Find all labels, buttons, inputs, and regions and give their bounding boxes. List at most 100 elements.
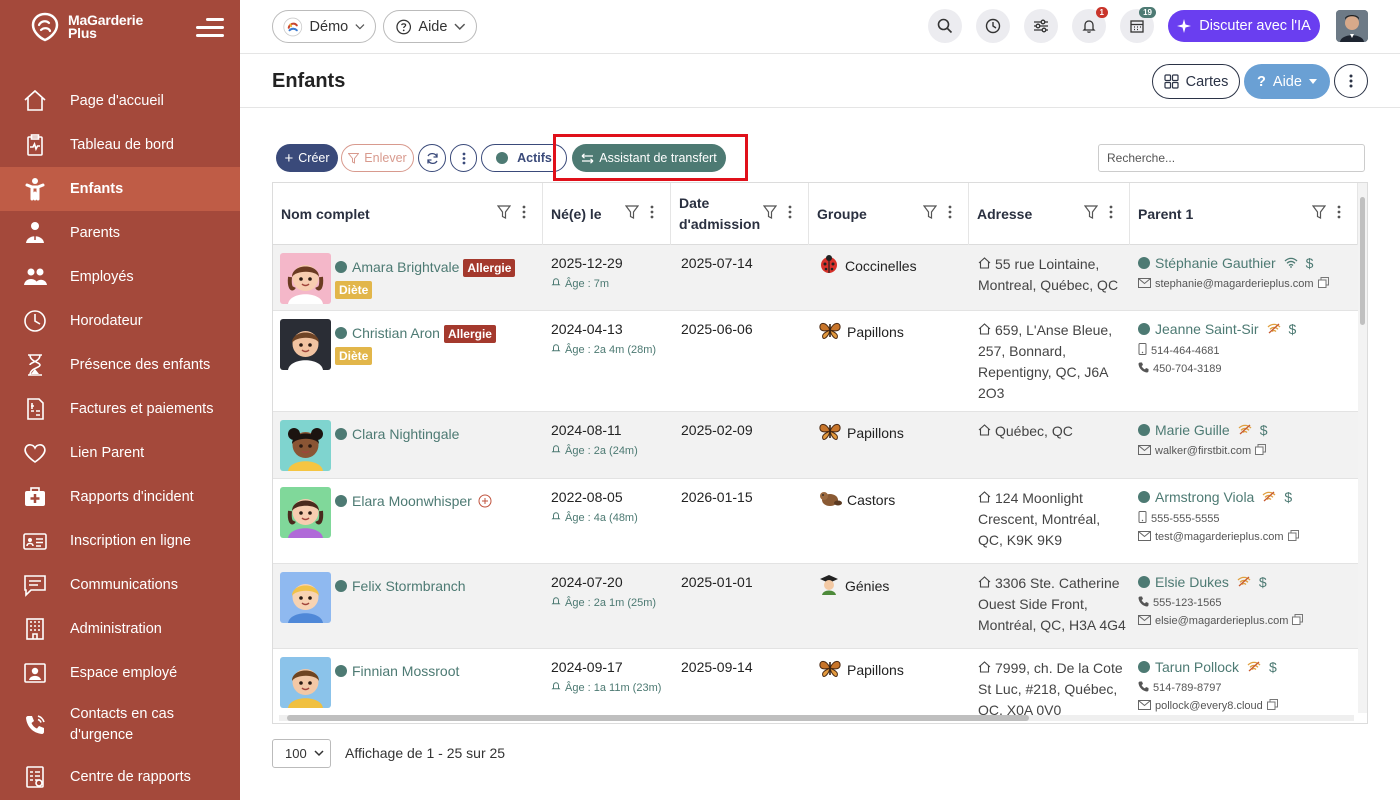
horizontal-scrollbar[interactable] — [279, 715, 1354, 721]
allergy-badge: Allergie — [463, 259, 516, 277]
calendar-button[interactable]: 19 — [1120, 7, 1156, 43]
column-menu-icon[interactable] — [521, 204, 527, 220]
table-row[interactable]: Felix Stormbranch 2024-07-20 Âge : 2a 1m (… — [273, 564, 1358, 649]
column-filter-icon[interactable] — [624, 204, 640, 220]
app-logo[interactable]: MaGarderie Plus — [28, 10, 143, 44]
filters-button[interactable] — [1024, 9, 1058, 43]
vertical-scrollbar[interactable] — [1358, 183, 1367, 713]
column-header-group[interactable]: Groupe — [809, 183, 969, 245]
child-name[interactable]: Elara Moonwhisper — [352, 493, 472, 509]
sidebar-item-phone[interactable]: Contacts en cas d'urgence — [0, 695, 240, 755]
parent-name[interactable]: Stéphanie Gauthier — [1155, 255, 1276, 271]
parent-contact-text[interactable]: elsie@magarderieplus.com — [1155, 615, 1288, 627]
column-filter-icon[interactable] — [922, 204, 938, 220]
child-photo[interactable] — [280, 487, 331, 538]
notifications-button[interactable]: 1 — [1072, 7, 1108, 43]
page-help-button[interactable]: ? Aide — [1244, 64, 1330, 99]
child-name[interactable]: Amara Brightvale — [352, 259, 459, 275]
sidebar-item-hourglass[interactable]: Présence des enfants — [0, 343, 240, 387]
address-text: 7999, ch. De la Cote St Luc, #218, Québe… — [978, 660, 1123, 718]
column-menu-icon[interactable] — [649, 204, 655, 220]
child-photo[interactable] — [280, 319, 331, 370]
parent-contact-text[interactable]: test@magarderieplus.com — [1155, 531, 1284, 543]
column-header-address[interactable]: Adresse — [969, 183, 1130, 245]
column-menu-icon[interactable] — [947, 204, 953, 220]
sidebar-item-parent[interactable]: Parents — [0, 211, 240, 255]
table-row[interactable]: Christian Aron Allergie Diète 2024-04-13 Âge… — [273, 311, 1358, 412]
child-name[interactable]: Clara Nightingale — [352, 426, 459, 442]
sidebar-item-clipboard-pulse[interactable]: Tableau de bord — [0, 123, 240, 167]
sidebar-item-invoice[interactable]: Factures et paiements — [0, 387, 240, 431]
user-avatar[interactable] — [1336, 10, 1368, 42]
copy-icon[interactable] — [1255, 444, 1267, 458]
child-name[interactable]: Finnian Mossroot — [352, 663, 459, 679]
copy-icon[interactable] — [1317, 277, 1329, 291]
history-button[interactable] — [976, 9, 1010, 43]
child-photo[interactable] — [280, 253, 331, 304]
cards-view-button[interactable]: Cartes — [1152, 64, 1240, 99]
child-name[interactable]: Felix Stormbranch — [352, 578, 466, 594]
parent-contact-text[interactable]: pollock@every8.cloud — [1155, 700, 1263, 712]
help-dropdown-button[interactable]: Aide — [383, 10, 477, 43]
column-filter-icon[interactable] — [762, 204, 778, 220]
table-row[interactable]: Amara Brightvale Allergie Diète 2025-12-29 Â… — [273, 245, 1358, 311]
parent-contact-text[interactable]: stephanie@magarderieplus.com — [1155, 278, 1314, 290]
sidebar-item-report[interactable]: Centre de rapports — [0, 755, 240, 799]
parent-name[interactable]: Armstrong Viola — [1155, 489, 1254, 505]
add-circle-icon[interactable] — [478, 493, 492, 509]
parent-name[interactable]: Tarun Pollock — [1155, 659, 1239, 675]
column-header-full-name[interactable]: Nom complet — [273, 183, 543, 245]
parent-contact-text[interactable]: 450-704-3189 — [1153, 363, 1222, 375]
column-filter-icon[interactable] — [1311, 204, 1327, 220]
page-more-button[interactable] — [1334, 64, 1368, 98]
table-row[interactable]: Elara Moonwhisper 2022-08-05 Âge : 4a (48m… — [273, 479, 1358, 564]
hamburger-menu-icon[interactable] — [196, 16, 224, 38]
child-photo[interactable] — [280, 657, 331, 708]
child-photo[interactable] — [280, 420, 331, 471]
sidebar-item-child[interactable]: Enfants — [0, 167, 240, 211]
column-menu-icon[interactable] — [1108, 204, 1114, 220]
column-menu-icon[interactable] — [787, 204, 793, 220]
parent-contact-text[interactable]: 555-555-5555 — [1151, 513, 1220, 525]
grid-icon — [1164, 74, 1179, 89]
remove-button[interactable]: Enlever — [341, 144, 414, 172]
sidebar-item-first-aid[interactable]: Rapports d'incident — [0, 475, 240, 519]
column-header-parent1[interactable]: Parent 1 — [1130, 183, 1358, 245]
column-menu-icon[interactable] — [1336, 204, 1342, 220]
sidebar-item-home[interactable]: Page d'accueil — [0, 79, 240, 123]
ai-chat-button[interactable]: Discuter avec l'IA — [1168, 10, 1320, 42]
demo-dropdown-button[interactable]: Démo — [272, 10, 376, 43]
sidebar-item-id-card[interactable]: Inscription en ligne — [0, 519, 240, 563]
parent-contact-text[interactable]: walker@firstbit.com — [1155, 445, 1251, 457]
parent-name[interactable]: Jeanne Saint-Sir — [1155, 321, 1259, 337]
parent-name[interactable]: Marie Guille — [1155, 422, 1230, 438]
column-header-admission-date[interactable]: Date d'admission — [671, 183, 809, 245]
search-button[interactable] — [928, 9, 962, 43]
copy-icon[interactable] — [1292, 614, 1304, 628]
parent-contact-text[interactable]: 514-464-4681 — [1151, 345, 1220, 357]
sidebar-item-heart[interactable]: Lien Parent — [0, 431, 240, 475]
parent-contact-text[interactable]: 514-789-8797 — [1153, 682, 1222, 694]
copy-icon[interactable] — [1287, 530, 1299, 544]
more-actions-button[interactable] — [450, 144, 477, 172]
sidebar-item-employees[interactable]: Employés — [0, 255, 240, 299]
refresh-button[interactable] — [418, 144, 446, 172]
column-filter-icon[interactable] — [1083, 204, 1099, 220]
column-filter-icon[interactable] — [496, 204, 512, 220]
sidebar-item-employee-space[interactable]: Espace employé — [0, 651, 240, 695]
email-icon — [1138, 530, 1151, 544]
sidebar-item-building[interactable]: Administration — [0, 607, 240, 651]
copy-icon[interactable] — [1266, 699, 1278, 713]
sidebar-item-chat[interactable]: Communications — [0, 563, 240, 607]
child-name[interactable]: Christian Aron — [352, 325, 440, 341]
search-input[interactable] — [1098, 144, 1365, 172]
create-button[interactable]: + Créer — [276, 144, 338, 172]
table-row[interactable]: Clara Nightingale 2024-08-11 Âge : 2a (24m… — [273, 412, 1358, 479]
table-row[interactable]: Finnian Mossroot 2024-09-17 Âge : 1a 11m (… — [273, 649, 1358, 723]
child-photo[interactable] — [280, 572, 331, 623]
parent-name[interactable]: Elsie Dukes — [1155, 574, 1229, 590]
parent-contact-text[interactable]: 555-123-1565 — [1153, 597, 1222, 609]
page-size-select[interactable]: 100 — [272, 739, 331, 768]
column-header-birth-date[interactable]: Né(e) le — [543, 183, 671, 245]
sidebar-item-clock[interactable]: Horodateur — [0, 299, 240, 343]
